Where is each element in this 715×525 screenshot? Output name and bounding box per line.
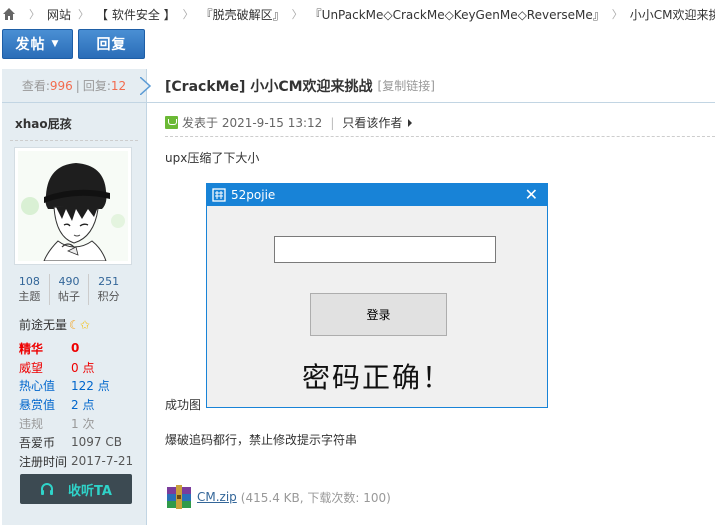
replies-count: 12 (110, 78, 127, 93)
count-threads-label: 主题 (18, 290, 41, 303)
author-counts: 108 主题 490 帖子 251 积分 (10, 274, 128, 305)
moon-icon: ☾ (69, 317, 80, 332)
attr-row-helpfulness: 热心值 122 点 (19, 377, 133, 396)
attr-row-bounty: 悬赏值 2 点 (19, 395, 133, 414)
screenshot-dialog: 52pojie ✕ 登录 密码正确！ (206, 183, 548, 408)
thread-title-bar: [CrackMe] 小小CM欢迎来挑战 [复制链接] (147, 69, 715, 103)
avatar-image (18, 151, 128, 261)
attachment: CM.zip (415.4 KB, 下载次数: 100) (165, 484, 391, 510)
meta-divider: | (330, 115, 335, 130)
breadcrumb-item-software-security[interactable]: 【 软件安全 】 (96, 6, 176, 23)
attr-row-prestige: 威望 0 点 (19, 358, 133, 377)
chevron-right-icon: 〉 (182, 8, 194, 21)
attachment-link[interactable]: CM.zip (197, 490, 237, 504)
login-button: 登录 (310, 293, 447, 336)
breadcrumb-item-current-thread: 小小CM欢迎来挑战 (629, 7, 715, 22)
post-text-line: 成功图 (165, 398, 202, 412)
replies-label: 回复: (82, 79, 111, 93)
attr-row-digest: 精华 0 (19, 339, 133, 358)
result-message: 密码正确！ (301, 361, 452, 394)
archive-file-icon (165, 484, 193, 510)
attr-value: 0 (71, 341, 80, 356)
count-posts-value: 490 (58, 275, 80, 288)
rank-label: 前途无量 (19, 318, 68, 332)
attr-value: 1097 CB (71, 435, 122, 450)
author-name[interactable]: xhao屁孩 (10, 103, 138, 141)
attr-key: 注册时间 (19, 454, 68, 469)
caret-down-icon: ▼ (51, 39, 60, 49)
attr-value: 2 点 (71, 398, 95, 413)
chevron-right-icon: 〉 (78, 8, 90, 21)
attr-key: 违规 (19, 417, 44, 432)
copy-link-button[interactable]: [复制链接] (378, 77, 435, 94)
attr-row-registered: 注册时间 2017-7-21 (19, 452, 133, 471)
app-logo-icon (212, 188, 226, 202)
attr-key: 悬赏值 (19, 398, 56, 413)
page-title: [CrackMe] 小小CM欢迎来挑战 (165, 78, 373, 95)
views-count: 996 (49, 78, 73, 93)
attr-key: 热心值 (19, 379, 56, 394)
headphones-icon (40, 482, 54, 496)
triangle-right-icon (408, 118, 413, 127)
dialog-titlebar: 52pojie ✕ (207, 184, 547, 206)
thread-stats: 查看: 996 | 回复: 12 (2, 69, 146, 103)
count-threads-value: 108 (18, 275, 40, 288)
attr-row-violations: 违规 1 次 (19, 414, 133, 433)
attr-value: 122 点 (71, 379, 110, 394)
follow-button[interactable]: 收听TA (20, 474, 132, 504)
count-posts-label: 帖子 (58, 290, 80, 303)
attr-value: 0 点 (71, 360, 95, 375)
attr-key: 精华 (19, 341, 44, 356)
attr-value: 1 次 (71, 417, 95, 432)
count-points[interactable]: 251 积分 (89, 274, 128, 305)
dialog-title: 52pojie (231, 188, 276, 202)
breadcrumb-item-crackme-board[interactable]: 『UnPackMe◇CrackMe◇KeyGenMe◇ReverseMe』 (310, 6, 605, 23)
meta-divider-line (165, 136, 715, 137)
reply-label: 回复 (96, 37, 127, 53)
follow-label: 收听TA (68, 483, 112, 499)
avatar[interactable] (14, 147, 132, 265)
chevron-right-icon: 〉 (611, 8, 623, 21)
new-post-label: 发帖 (15, 37, 46, 53)
count-posts[interactable]: 490 帖子 (50, 274, 90, 305)
author-rank: 前途无量 ☾✩ (19, 316, 90, 333)
reply-button[interactable]: 回复 (78, 29, 145, 59)
count-threads[interactable]: 108 主题 (10, 274, 50, 305)
breadcrumb: 〉 网站 〉 【 软件安全 】 〉 『脱壳破解区』 〉 『UnPackMe◇Cr… (0, 0, 715, 28)
breadcrumb-item-unpack-forum[interactable]: 『脱壳破解区』 (201, 6, 285, 23)
stats-divider: | (75, 78, 80, 93)
close-icon: ✕ (524, 185, 538, 204)
post-meta: 发表于 2021-9-15 13:12 | 只看该作者 (165, 114, 413, 131)
home-icon[interactable] (2, 7, 16, 21)
chevron-right-icon: 〉 (29, 8, 40, 21)
post-text-line: 爆破追码都行，禁止修改提示字符串 (165, 433, 358, 447)
attr-value: 2017-7-21 (71, 454, 134, 469)
count-points-label: 积分 (97, 290, 120, 303)
chevron-right-icon: 〉 (291, 8, 303, 21)
post-timestamp: 发表于 2021-9-15 13:12 (182, 116, 323, 130)
author-sidebar: 查看: 996 | 回复: 12 xhao屁孩 108 主题 490 帖子 25… (2, 69, 152, 525)
attachment-meta: (415.4 KB, 下载次数: 100) (240, 490, 391, 505)
attr-key: 威望 (19, 360, 44, 375)
attr-row-coins: 吾爱币 1097 CB (19, 433, 133, 452)
password-input (274, 236, 496, 263)
breadcrumb-item-site[interactable]: 网站 (47, 6, 71, 23)
online-status-icon (165, 116, 178, 129)
star-icon: ✩ (79, 317, 90, 332)
new-post-button[interactable]: 发帖 ▼ (2, 29, 73, 59)
views-label: 查看: (21, 79, 50, 93)
only-author-link[interactable]: 只看该作者 (342, 114, 402, 131)
count-points-value: 251 (98, 275, 120, 288)
attr-key: 吾爱币 (19, 435, 56, 450)
author-attributes: 精华 0 威望 0 点 热心值 122 点 悬赏值 2 点 违规 1 次 吾爱币… (19, 339, 133, 471)
post-text-line: upx压缩了下大小 (165, 151, 260, 165)
